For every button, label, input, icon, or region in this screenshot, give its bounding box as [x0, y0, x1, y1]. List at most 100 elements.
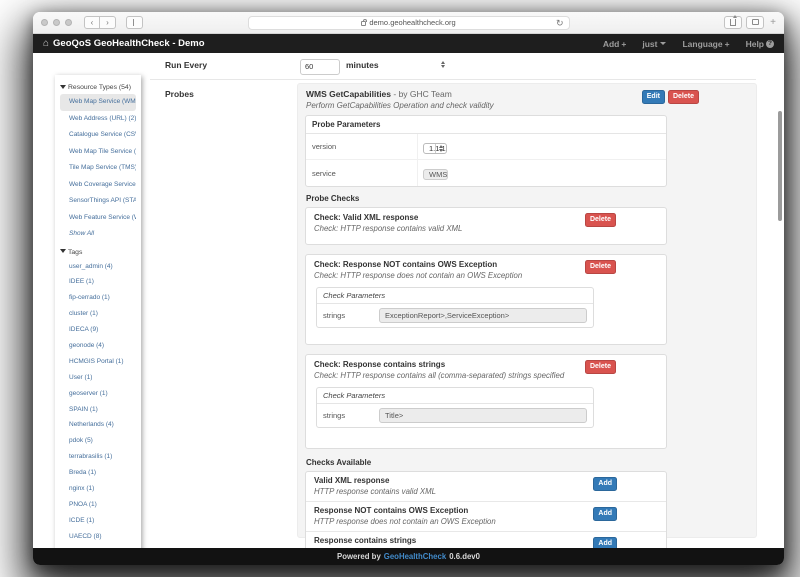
sidebar-item-wmts[interactable]: Web Map Tile Service (WMTS) (4) — [60, 144, 136, 161]
new-tab-button[interactable]: + — [770, 17, 776, 28]
sidebar-item-wfs[interactable]: Web Feature Service (WFS) (5) — [60, 210, 136, 227]
tag-link[interactable]: HCMGIS Portal (1) — [60, 354, 136, 370]
strings-input: Title> — [379, 408, 587, 423]
delete-probe-button[interactable]: Delete — [667, 90, 699, 104]
refresh-icon[interactable]: ↻ — [556, 17, 564, 29]
run-every-label: Run Every — [165, 60, 208, 70]
available-check-row: Valid XML response HTTP response contain… — [306, 472, 666, 501]
add-label: Add — [602, 38, 620, 49]
chrome-actions: + — [724, 15, 776, 29]
address-bar[interactable]: demo.geohealthcheck.org ↻ — [247, 16, 570, 30]
run-every-field: minutes — [300, 56, 445, 75]
back-button[interactable]: ‹ — [84, 16, 100, 29]
tag-link[interactable]: User (1) — [60, 370, 136, 386]
lock-icon — [361, 18, 368, 26]
geohealthcheck-link[interactable]: GeoHealthCheck — [384, 552, 446, 561]
browser-chrome: ‹ › demo.geohealthcheck.org ↻ + — [33, 12, 784, 34]
minimize-window-button[interactable] — [53, 19, 60, 26]
tab-overview-button[interactable] — [746, 16, 765, 29]
tag-link[interactable]: IDEE (1) — [60, 274, 136, 290]
version-row: version 1.1.1 — [306, 134, 666, 160]
tag-link[interactable]: user_admin (4) — [60, 259, 136, 275]
edit-probe-button[interactable]: Edit — [641, 90, 665, 104]
tag-link[interactable]: ICDE (1) — [60, 513, 136, 529]
probe-parameters-panel: Probe Parameters version 1.1.1 service W… — [305, 115, 667, 187]
sidebar-toggle-icon — [131, 19, 134, 26]
probe-parameters-header: Probe Parameters — [306, 116, 666, 134]
sidebar-item-tms[interactable]: Tile Map Service (TMS) (1) — [60, 160, 136, 177]
close-window-button[interactable] — [41, 19, 48, 26]
show-all-link[interactable]: Show All — [60, 226, 136, 243]
check-panel-ows-exception: Check: Response NOT contains OWS Excepti… — [305, 254, 667, 345]
tag-link[interactable]: cluster (1) — [60, 306, 136, 322]
sidebar-item-csw[interactable]: Catalogue Service (CSW) (13) — [60, 127, 136, 144]
check-panel-valid-xml: Check: Valid XML response Check: HTTP re… — [305, 207, 667, 245]
tag-link[interactable]: UAECD (8) — [60, 529, 136, 545]
tabs-icon — [751, 17, 764, 26]
zoom-window-button[interactable] — [65, 19, 72, 26]
add-check-button[interactable]: Add — [593, 477, 617, 491]
delete-check-button[interactable]: Delete — [584, 260, 616, 274]
scrollbar-thumb[interactable] — [778, 111, 782, 221]
language-label: Language — [682, 38, 723, 49]
share-button[interactable] — [724, 15, 743, 29]
tag-link[interactable]: Netherlands (4) — [60, 417, 136, 433]
probe-name: WMS GetCapabilities — [306, 89, 392, 99]
add-check-button[interactable]: Add — [593, 507, 617, 521]
filter-sidebar: Resource Types (54) Web Map Service (WMS… — [55, 75, 141, 552]
strings-row: strings ExceptionReport>,ServiceExceptio… — [317, 304, 593, 327]
tag-link[interactable]: geoserver (1) — [60, 386, 136, 402]
sidebar-item-wms[interactable]: Web Map Service (WMS) (26) — [60, 94, 136, 111]
sidebar-item-wcs[interactable]: Web Coverage Service (WCS) (2) — [60, 177, 136, 194]
tag-link[interactable]: SPAIN (1) — [60, 402, 136, 418]
resource-types-header-label: Resource Types (54) — [68, 84, 131, 91]
tag-link[interactable]: nginx (1) — [60, 481, 136, 497]
tag-link[interactable]: IDECA (9) — [60, 322, 136, 338]
check-parameters-header: Check Parameters — [317, 388, 593, 404]
strings-row: strings Title> — [317, 404, 593, 427]
navbar-brand[interactable]: ⌂ GeoQoS GeoHealthCheck - Demo — [43, 38, 205, 49]
browser-window: ‹ › demo.geohealthcheck.org ↻ + ⌂ GeoQoS… — [33, 12, 784, 565]
tag-link[interactable]: pdok (5) — [60, 433, 136, 449]
user-menu[interactable]: just — [642, 39, 667, 49]
probes-label: Probes — [165, 89, 194, 99]
plus-icon: + — [724, 38, 730, 49]
filter-icon — [60, 84, 66, 89]
check-parameters-panel: Check Parameters strings ExceptionReport… — [316, 287, 594, 328]
strings-label: strings — [323, 311, 346, 320]
tags-header-label: Tags — [68, 248, 83, 256]
forward-button[interactable]: › — [100, 16, 116, 29]
language-menu[interactable]: Language + — [682, 39, 729, 49]
delete-check-button[interactable]: Delete — [584, 360, 616, 374]
tag-link[interactable]: Breda (1) — [60, 465, 136, 481]
version-select[interactable]: 1.1.1 — [423, 142, 447, 154]
tag-link[interactable]: geonode (4) — [60, 338, 136, 354]
run-every-input[interactable] — [300, 58, 340, 75]
delete-check-button[interactable]: Delete — [584, 213, 616, 227]
strings-input: ExceptionReport>,ServiceException> — [379, 308, 587, 323]
history-nav: ‹ › — [84, 16, 116, 29]
tag-link[interactable]: PNOA (1) — [60, 497, 136, 513]
filter-icon — [60, 249, 66, 253]
footer-version: 0.6.dev0 — [449, 552, 480, 561]
help-label: Help — [745, 38, 764, 49]
add-menu[interactable]: Add + — [603, 39, 627, 49]
probe-byline: - by GHC Team — [391, 89, 452, 99]
tag-link[interactable]: terrabrasilis (1) — [60, 449, 136, 465]
checks-available-label: Checks Available — [306, 458, 372, 467]
navbar-links: Add + just Language + Help? — [603, 39, 774, 49]
strings-label: strings — [323, 411, 346, 420]
sidebar-item-url[interactable]: Web Address (URL) (2) — [60, 111, 136, 128]
service-row: service WMS — [306, 160, 666, 186]
check-parameters-header: Check Parameters — [317, 288, 593, 304]
sidebar-item-sta[interactable]: SensorThings API (STA) (1) — [60, 193, 136, 210]
page-body: Resource Types (54) Web Map Service (WMS… — [33, 53, 784, 562]
app-navbar: ⌂ GeoQoS GeoHealthCheck - Demo Add + just… — [33, 34, 784, 53]
help-link[interactable]: Help? — [746, 39, 774, 49]
url-text: demo.geohealthcheck.org — [369, 18, 456, 27]
service-label: service — [306, 160, 418, 186]
tag-link[interactable]: fip-cerrado (1) — [60, 290, 136, 306]
plus-icon: + — [621, 38, 627, 49]
number-stepper-icon[interactable] — [438, 56, 448, 72]
sidebar-toggle-button[interactable] — [126, 16, 143, 29]
